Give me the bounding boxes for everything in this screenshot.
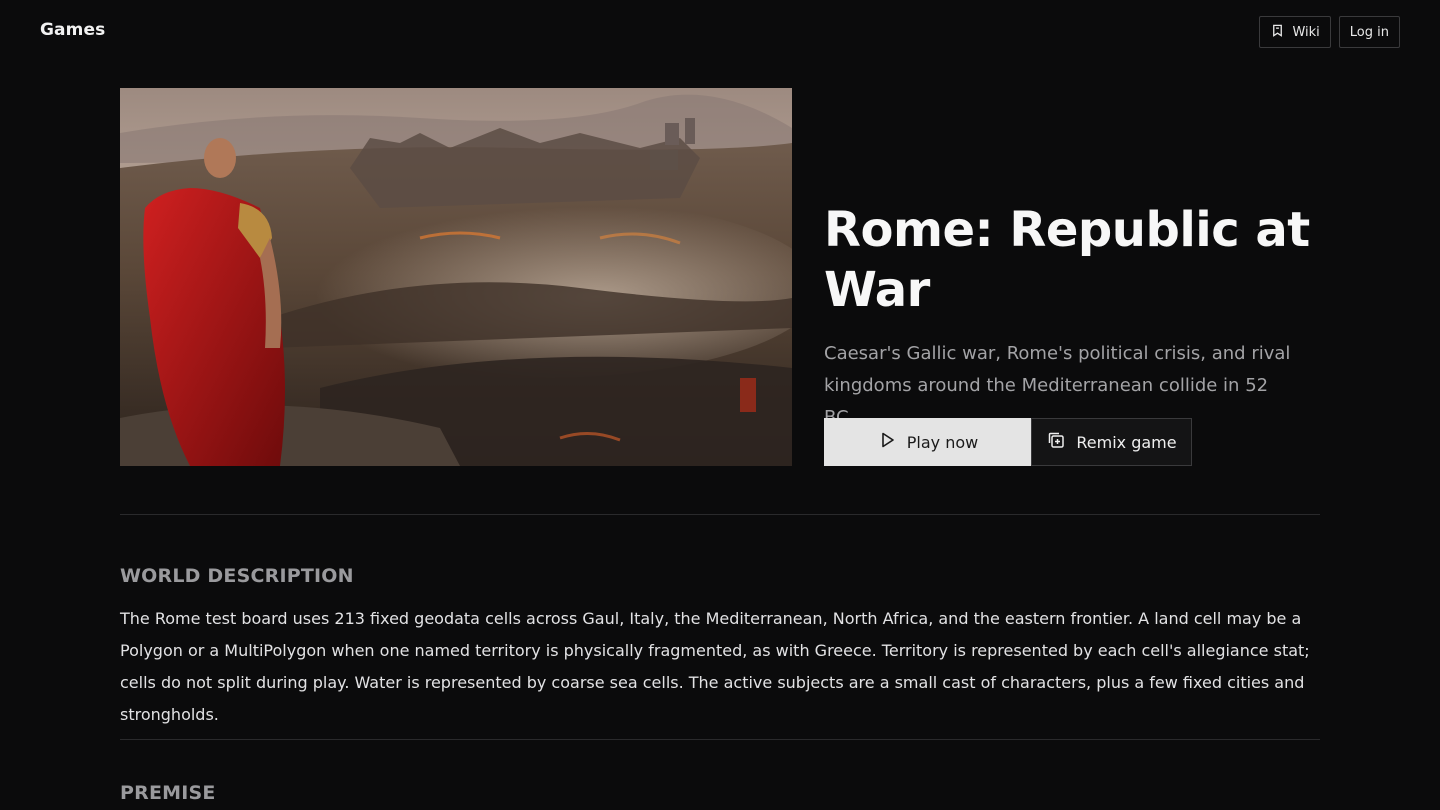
remix-game-button[interactable]: Remix game	[1031, 418, 1192, 466]
play-now-button[interactable]: Play now	[824, 418, 1031, 466]
top-actions: Wiki Log in	[1259, 16, 1400, 48]
top-bar: Games Wiki Log in	[0, 0, 1440, 64]
wiki-button[interactable]: Wiki	[1259, 16, 1331, 48]
game-title: Rome: Republic at War	[824, 202, 1310, 318]
login-label: Log in	[1349, 24, 1389, 40]
cta-row: Play now Remix game	[824, 418, 1192, 466]
play-icon	[877, 430, 897, 454]
world-description-text: The Rome test board uses 213 fixed geoda…	[120, 609, 1310, 724]
wiki-label: Wiki	[1292, 24, 1320, 40]
book-icon	[1270, 23, 1285, 42]
play-now-label: Play now	[906, 432, 979, 452]
hero-text: Rome: Republic at War Caesar's Gallic wa…	[824, 200, 1324, 434]
remix-icon	[1046, 430, 1066, 454]
brand-link[interactable]: Games	[40, 20, 105, 40]
divider	[120, 514, 1320, 515]
world-description-heading: WORLD DESCRIPTION	[120, 565, 354, 587]
login-button[interactable]: Log in	[1338, 16, 1400, 48]
remix-game-label: Remix game	[1076, 432, 1177, 452]
divider	[120, 739, 1320, 740]
hero-image	[120, 88, 792, 466]
premise-heading: PREMISE	[120, 782, 216, 804]
